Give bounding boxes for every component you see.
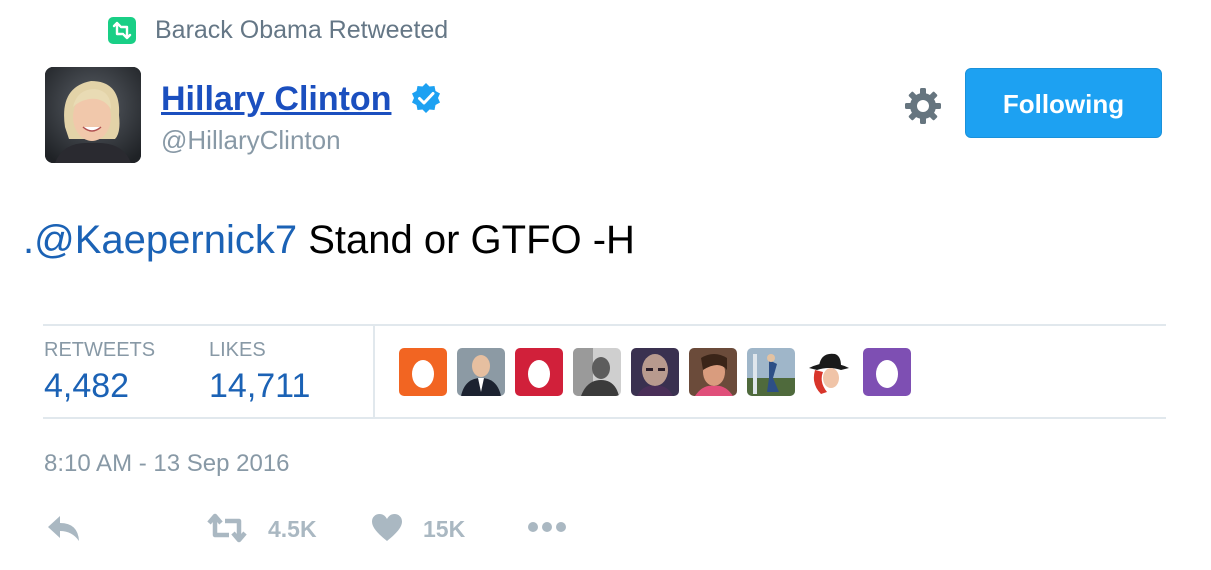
tweet-body: Stand or GTFO -H [297,218,635,262]
verified-badge-icon [410,82,442,114]
author-handle[interactable]: @HillaryClinton [161,124,341,156]
retweets-count[interactable]: 4,482 [44,366,129,406]
retweet-icon[interactable] [205,513,249,543]
author-display-name[interactable]: Hillary Clinton [161,79,391,119]
gear-icon[interactable] [903,86,943,126]
liker-avatar[interactable] [747,348,795,396]
liker-avatar[interactable] [631,348,679,396]
following-button[interactable]: Following [965,68,1162,138]
retweets-label[interactable]: RETWEETS [44,338,155,362]
stats-divider-top [43,324,1166,326]
liker-avatar[interactable] [805,348,853,396]
like-action-count: 15K [423,516,466,542]
mention-link[interactable]: .@Kaepernick7 [23,218,297,262]
stats-divider-vertical [373,326,375,417]
liker-avatar[interactable] [515,348,563,396]
tweet-text: .@Kaepernick7 Stand or GTFO -H [23,216,635,264]
liker-avatar[interactable] [399,348,447,396]
likes-label[interactable]: LIKES [209,338,266,362]
retweet-badge-icon [108,17,136,44]
tweet-timestamp[interactable]: 8:10 AM - 13 Sep 2016 [44,450,290,478]
retweet-context-text[interactable]: Barack Obama Retweeted [155,15,448,45]
avatar[interactable] [45,67,141,163]
more-icon[interactable] [527,520,567,534]
retweet-action-count: 4.5K [268,516,317,542]
liker-avatar[interactable] [863,348,911,396]
liker-avatar[interactable] [689,348,737,396]
stats-divider-bottom [43,417,1166,419]
liker-avatar[interactable] [457,348,505,396]
liker-avatar[interactable] [573,348,621,396]
heart-icon[interactable] [371,513,403,543]
reply-icon[interactable] [46,514,82,544]
likes-count[interactable]: 14,711 [209,366,310,406]
